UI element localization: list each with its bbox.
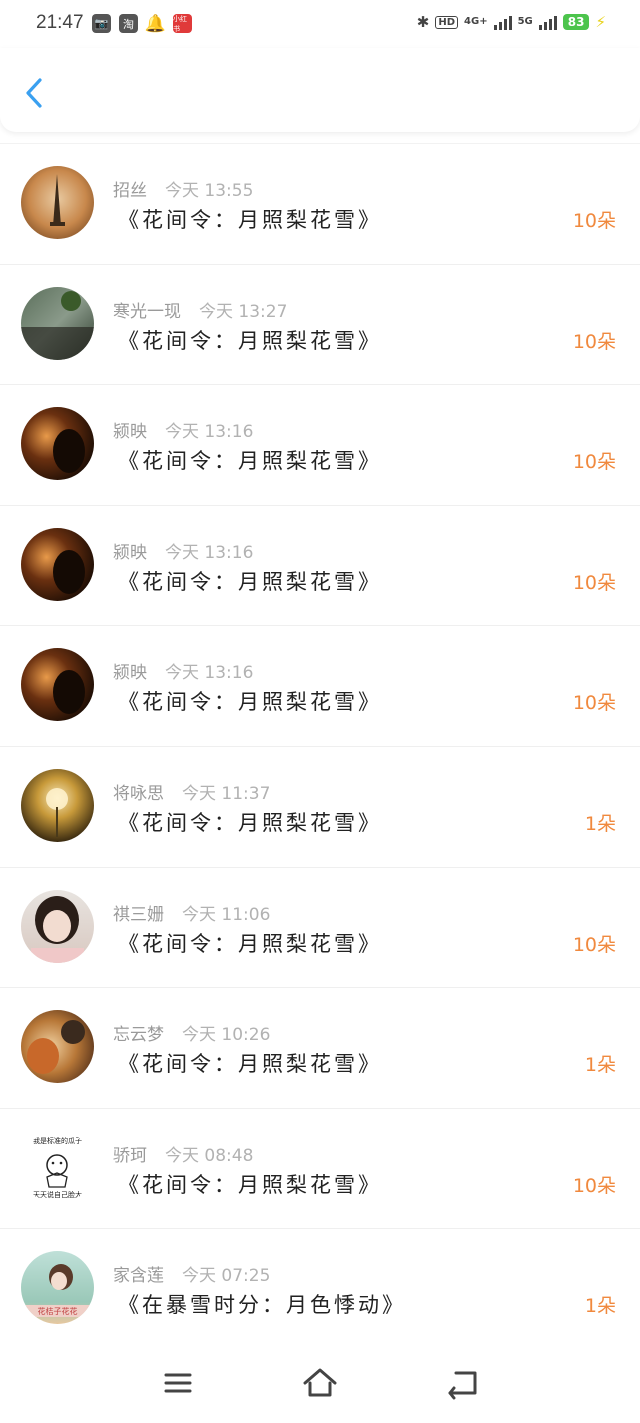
avatar[interactable]: 我是标准的瓜子 天天说自己脸大: [21, 1130, 94, 1204]
svg-text:花桔子花花: 花桔子花花: [38, 1306, 78, 1316]
top-header: [0, 48, 640, 132]
list-item[interactable]: 颍映 今天 13:16 《花间令：月照梨花雪》 10朵: [0, 384, 640, 505]
avatar[interactable]: [21, 166, 94, 239]
book-title: 《花间令：月照梨花雪》: [118, 569, 382, 594]
gift-record-list: 招丝 今天 13:55 《花间令：月照梨花雪》 10朵 寒光一现 今天 13:27 …: [0, 143, 640, 1349]
notification-icons: 📷 淘 🔔 小红书: [92, 13, 192, 34]
avatar[interactable]: [21, 889, 94, 963]
list-item[interactable]: 寒光一现 今天 13:27 《花间令：月照梨花雪》 10朵: [0, 263, 640, 385]
taobao-app-icon: 淘: [119, 14, 138, 33]
system-nav-bar: [0, 1355, 640, 1423]
network-4g-label: 4G+: [464, 16, 488, 27]
flower-amount: 10朵: [572, 451, 616, 474]
list-item[interactable]: 将咏思 今天 11:37 《花间令：月照梨花雪》 1朵: [0, 745, 640, 867]
list-item[interactable]: 花桔子花花 家含莲 今天 07:25 《在暴雪时分：月色悸动》 1朵: [0, 1228, 640, 1349]
flower-amount: 10朵: [572, 933, 616, 956]
timestamp: 今天 11:06: [182, 904, 271, 925]
charging-icon: ⚡: [595, 13, 606, 31]
list-item[interactable]: 颍映 今天 13:16 《花间令：月照梨花雪》 10朵: [0, 625, 640, 746]
sender-name[interactable]: 骄珂: [113, 1146, 147, 1166]
chevron-left-icon[interactable]: [22, 76, 48, 110]
flower-amount: 10朵: [572, 1174, 616, 1197]
avatar[interactable]: [21, 648, 94, 722]
timestamp: 今天 13:27: [199, 301, 288, 322]
sender-name[interactable]: 寒光一现: [113, 302, 181, 322]
sender-name[interactable]: 招丝: [113, 181, 147, 201]
status-time: 21:47: [36, 12, 84, 33]
timestamp: 今天 13:16: [165, 542, 254, 563]
book-title: 《在暴雪时分：月色悸动》: [118, 1293, 406, 1318]
book-title: 《花间令：月照梨花雪》: [118, 1052, 382, 1077]
sender-name[interactable]: 颍映: [113, 543, 147, 563]
timestamp: 今天 08:48: [165, 1145, 254, 1166]
list-item[interactable]: 招丝 今天 13:55 《花间令：月照梨花雪》 10朵: [0, 143, 640, 264]
svg-text:我是标准的瓜子: 我是标准的瓜子: [33, 1136, 82, 1145]
qq-app-icon: 🔔: [144, 13, 167, 34]
timestamp: 今天 13:55: [165, 181, 254, 201]
list-item[interactable]: 颍映 今天 13:16 《花间令：月照梨花雪》 10朵: [0, 504, 640, 626]
svg-text:天天说自己脸大: 天天说自己脸大: [33, 1190, 82, 1199]
avatar[interactable]: [21, 286, 94, 360]
book-title: 《花间令：月照梨花雪》: [118, 328, 382, 353]
list-item[interactable]: 忘云梦 今天 10:26 《花间令：月照梨花雪》 1朵: [0, 987, 640, 1108]
flower-amount: 1朵: [584, 1054, 616, 1077]
flower-amount: 10朵: [572, 210, 616, 232]
book-title: 《花间令：月照梨花雪》: [118, 1172, 382, 1197]
timestamp: 今天 13:16: [165, 663, 254, 684]
signal-5g-icon: [538, 14, 557, 30]
sender-name[interactable]: 家含莲: [113, 1266, 164, 1286]
avatar[interactable]: [21, 407, 94, 481]
avatar[interactable]: [21, 768, 94, 842]
avatar[interactable]: [21, 527, 94, 601]
bluetooth-icon: ✱: [416, 13, 430, 31]
flower-amount: 10朵: [572, 692, 616, 715]
book-title: 《花间令：月照梨花雪》: [118, 449, 382, 474]
timestamp: 今天 10:26: [182, 1025, 271, 1046]
timestamp: 今天 07:25: [182, 1266, 271, 1287]
flower-amount: 1朵: [584, 812, 616, 835]
back-icon[interactable]: [442, 1363, 482, 1403]
book-title: 《花间令：月照梨花雪》: [118, 208, 382, 232]
avatar[interactable]: 花桔子花花: [21, 1251, 94, 1325]
system-indicators: ✱ HD 4G+ 5G 83 ⚡: [417, 13, 606, 31]
hd-icon: HD: [435, 15, 459, 29]
sender-name[interactable]: 颍映: [113, 422, 147, 442]
signal-4g-icon: [493, 14, 512, 30]
menu-icon[interactable]: [158, 1363, 198, 1403]
xiaohongshu-app-icon: 小红书: [173, 14, 192, 33]
camera-app-icon: 📷: [92, 14, 111, 33]
list-item[interactable]: 祺三姗 今天 11:06 《花间令：月照梨花雪》 10朵: [0, 866, 640, 988]
book-title: 《花间令：月照梨花雪》: [118, 810, 382, 835]
battery-icon: 83: [562, 14, 590, 30]
timestamp: 今天 13:16: [165, 422, 254, 443]
home-icon[interactable]: [300, 1363, 340, 1403]
sender-name[interactable]: 祺三姗: [113, 905, 164, 925]
flower-amount: 10朵: [572, 571, 616, 594]
sender-name[interactable]: 将咏思: [113, 784, 164, 804]
flower-amount: 1朵: [584, 1295, 616, 1318]
status-bar: 21:47 📷 淘 🔔 小红书 ✱ HD 4G+ 5G 83 ⚡: [0, 0, 640, 48]
list-item[interactable]: 我是标准的瓜子 天天说自己脸大 骄珂 今天 08:48 《花间令：月照梨花雪》 1…: [0, 1107, 640, 1229]
flower-amount: 10朵: [572, 330, 616, 353]
sender-name[interactable]: 忘云梦: [113, 1025, 164, 1045]
book-title: 《花间令：月照梨花雪》: [118, 690, 382, 715]
avatar[interactable]: [21, 1010, 94, 1084]
book-title: 《花间令：月照梨花雪》: [118, 931, 382, 956]
network-5g-label: 5G: [517, 16, 533, 27]
sender-name[interactable]: 颍映: [113, 663, 147, 683]
timestamp: 今天 11:37: [182, 783, 271, 804]
